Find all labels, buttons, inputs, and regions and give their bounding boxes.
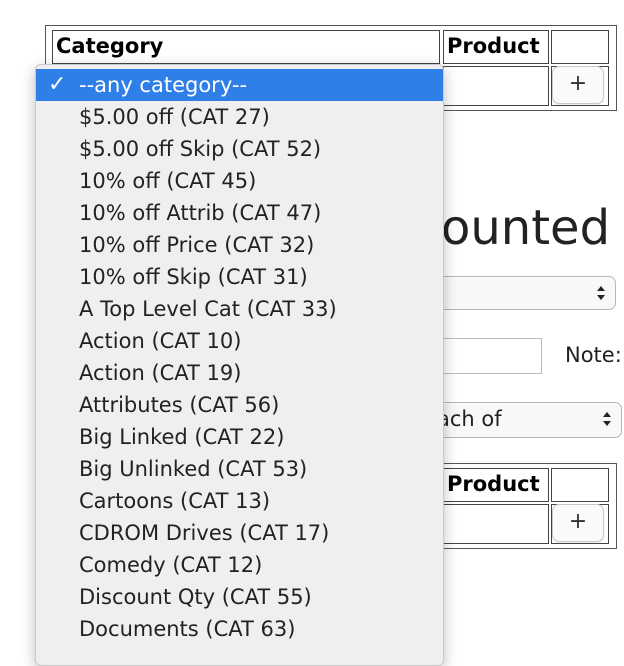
action-header-cell (551, 30, 609, 64)
amount-input[interactable] (430, 338, 542, 374)
updown-arrows-icon (597, 286, 605, 300)
dropdown-option[interactable]: 10% off (CAT 45) (36, 165, 443, 197)
category-header-cell: Category (52, 30, 440, 64)
bottom-action-header-cell (551, 468, 609, 502)
dropdown-option-label: 10% off (CAT 45) (79, 169, 257, 193)
dropdown-option[interactable]: CDROM Drives (CAT 17) (36, 517, 443, 549)
dropdown-option-label: Cartoons (CAT 13) (79, 489, 271, 513)
dropdown-option[interactable]: $5.00 off Skip (CAT 52) (36, 133, 443, 165)
category-header: Category (56, 34, 164, 58)
dropdown-option[interactable]: 10% off Price (CAT 32) (36, 229, 443, 261)
dropdown-option[interactable]: 10% off Skip (CAT 31) (36, 261, 443, 293)
updown-arrows-icon (603, 412, 611, 426)
dropdown-option-label: A Top Level Cat (CAT 33) (79, 297, 337, 321)
dropdown-option-label: Attributes (CAT 56) (79, 393, 280, 417)
dropdown-option[interactable]: Cartoons (CAT 13) (36, 485, 443, 517)
dropdown-option[interactable]: 10% off Attrib (CAT 47) (36, 197, 443, 229)
product-header: Product (447, 34, 540, 58)
dropdown-option-label: $5.00 off Skip (CAT 52) (79, 137, 322, 161)
checkmark-icon: ✓ (48, 72, 67, 97)
dropdown-option-label: Discount Qty (CAT 55) (79, 585, 312, 609)
dropdown-option-label: Action (CAT 10) (79, 329, 242, 353)
dropdown-option-label: 10% off Attrib (CAT 47) (79, 201, 322, 225)
dropdown-option-label: Documents (CAT 63) (79, 617, 296, 641)
dropdown-option[interactable]: Big Linked (CAT 22) (36, 421, 443, 453)
bottom-product-header-cell: Product (443, 468, 549, 502)
applies-to-select[interactable]: ach of (430, 402, 622, 438)
add-button-bottom[interactable]: + (552, 504, 604, 542)
product-header-cell: Product (443, 30, 549, 64)
dropdown-option[interactable]: A Top Level Cat (CAT 33) (36, 293, 443, 325)
dropdown-option[interactable]: Documents (CAT 63) (36, 613, 443, 645)
page-heading: ounted (441, 200, 611, 256)
dropdown-option[interactable]: $5.00 off (CAT 27) (36, 101, 443, 133)
dropdown-option[interactable]: Big Unlinked (CAT 53) (36, 453, 443, 485)
dropdown-option[interactable]: Action (CAT 10) (36, 325, 443, 357)
dropdown-option-selected[interactable]: ✓ --any category-- (36, 69, 443, 101)
dropdown-option[interactable]: Attributes (CAT 56) (36, 389, 443, 421)
bottom-product-header: Product (447, 472, 540, 496)
dropdown-option-label: 10% off Price (CAT 32) (79, 233, 315, 257)
note-label: Note: (565, 343, 622, 367)
dropdown-option[interactable]: Discount Qty (CAT 55) (36, 581, 443, 613)
dropdown-option-label: Big Linked (CAT 22) (79, 425, 285, 449)
dropdown-option-label: Comedy (CAT 12) (79, 553, 263, 577)
dropdown-option-label: --any category-- (79, 73, 248, 97)
dropdown-option-label: 10% off Skip (CAT 31) (79, 265, 308, 289)
applies-to-select-value: ach of (437, 407, 502, 431)
dropdown-option[interactable]: Comedy (CAT 12) (36, 549, 443, 581)
bottom-product-value-cell (443, 504, 549, 544)
product-value-cell (443, 66, 549, 106)
dropdown-option-label: $5.00 off (CAT 27) (79, 105, 270, 129)
dropdown-option[interactable]: Action (CAT 19) (36, 357, 443, 389)
category-dropdown-menu[interactable]: ✓ --any category-- $5.00 off (CAT 27) $5.00… (35, 64, 444, 666)
add-button-top[interactable]: + (552, 66, 604, 104)
dropdown-option-label: Big Unlinked (CAT 53) (79, 457, 308, 481)
dropdown-option-label: Action (CAT 19) (79, 361, 242, 385)
discount-select[interactable] (430, 276, 616, 310)
dropdown-option-label: CDROM Drives (CAT 17) (79, 521, 330, 545)
